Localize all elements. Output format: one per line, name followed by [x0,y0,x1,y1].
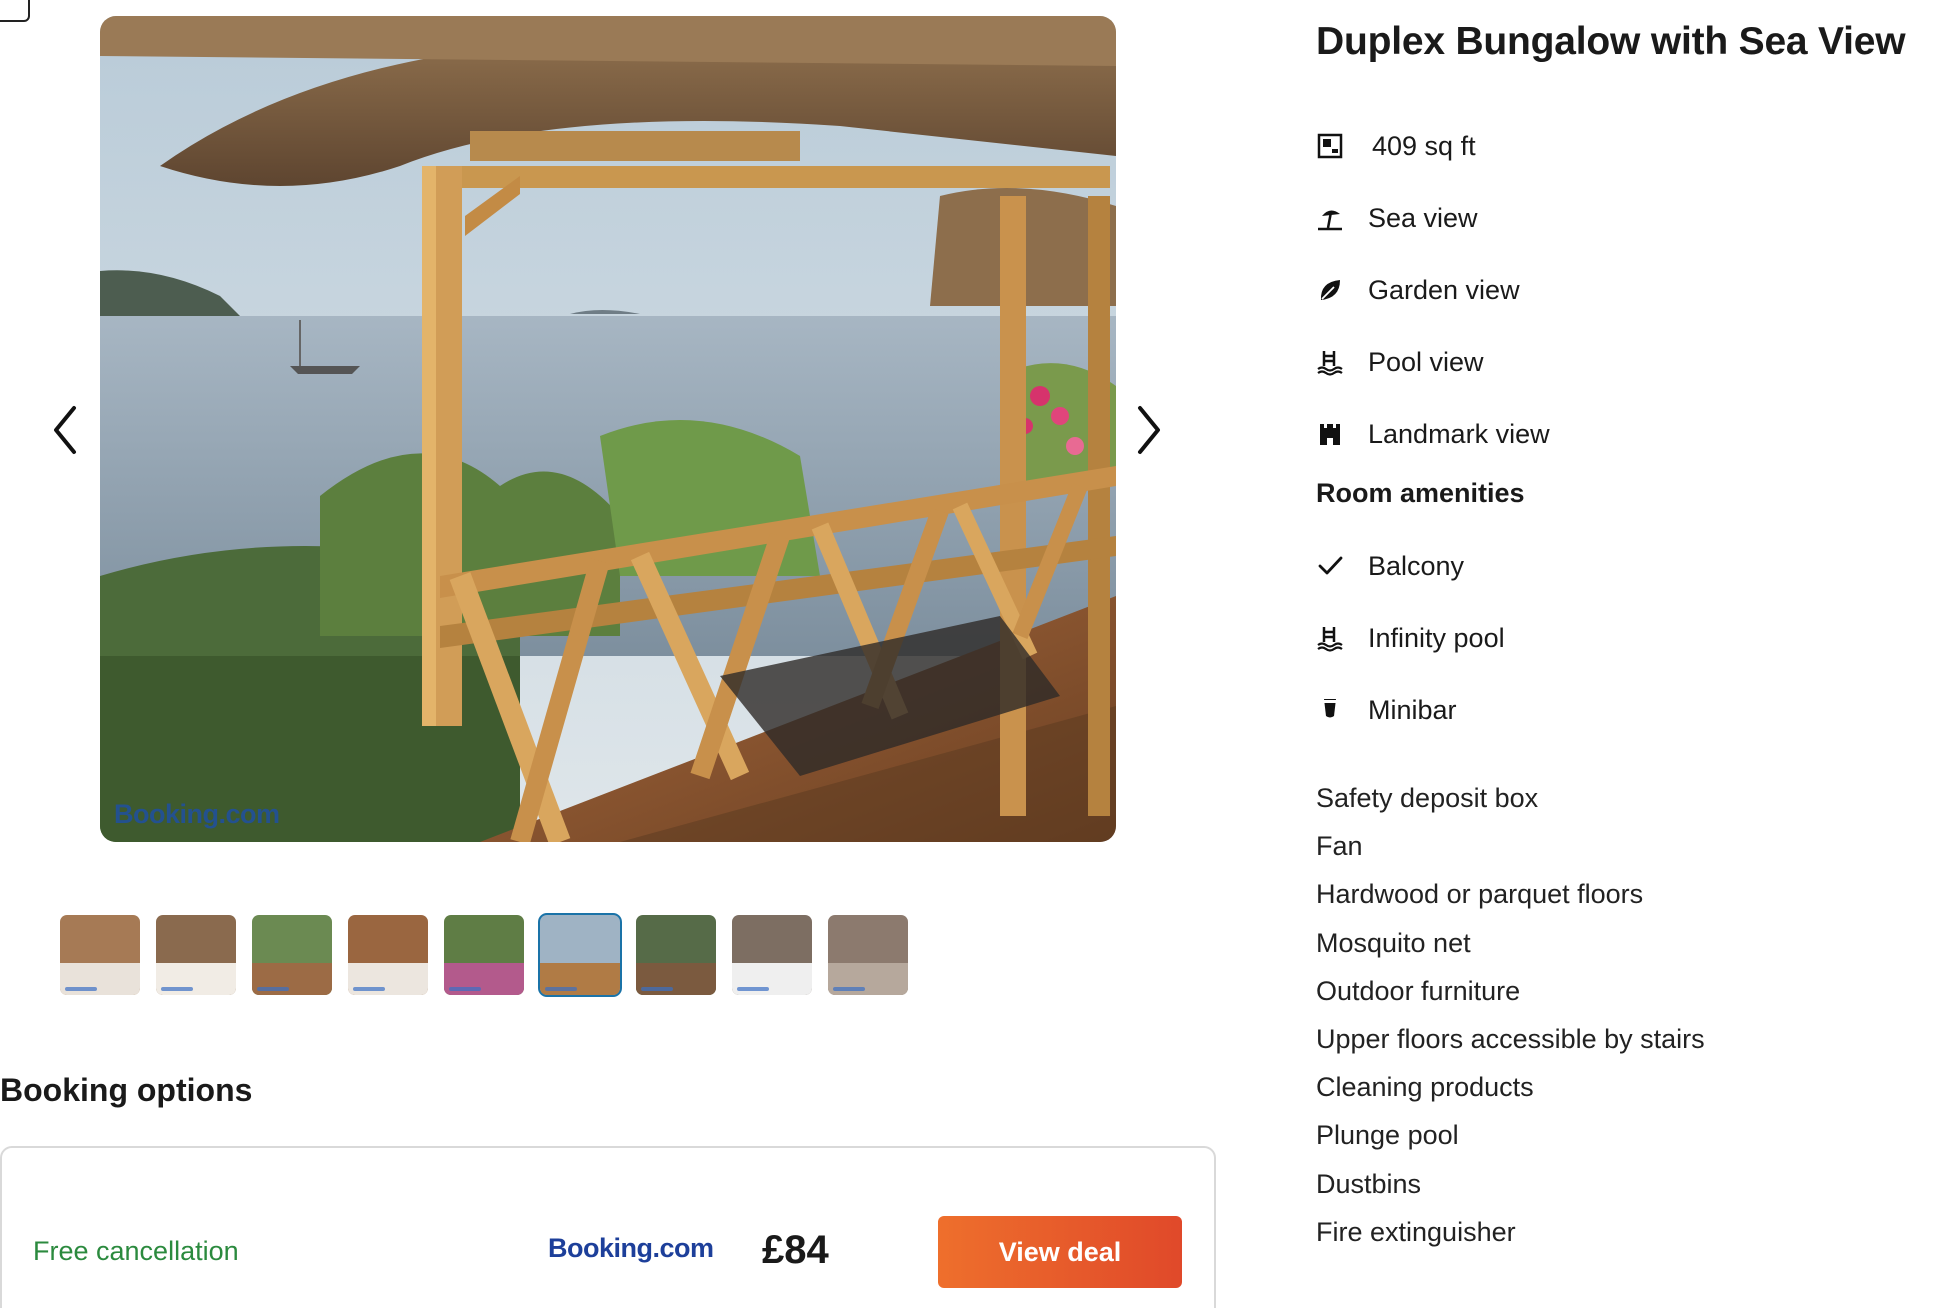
amenity-infinity-pool: Infinity pool [1316,602,1505,674]
thumbnail-strip [60,913,908,997]
thumbnail[interactable] [348,915,428,995]
view-deal-button[interactable]: View deal [938,1216,1182,1288]
thumbnail[interactable] [60,915,140,995]
floor-plan-icon [1316,132,1368,160]
gallery-main-photo[interactable]: Booking.com [100,16,1116,842]
check-icon [1316,552,1368,580]
gallery-prev-button[interactable] [40,398,90,462]
feature-label: Garden view [1368,274,1520,305]
extra-amenity: Cleaning products [1316,1072,1534,1103]
feature-landmark-view: Landmark view [1316,398,1550,470]
thumbnail[interactable] [444,915,524,995]
extra-amenity: Safety deposit box [1316,783,1539,813]
pool-icon [1316,348,1368,376]
amenity-minibar: Minibar [1316,674,1505,746]
offer-price: £84 [762,1228,829,1272]
feature-size: 409 sq ft [1316,110,1550,182]
extra-amenity: Mosquito net [1316,927,1471,958]
room-amenities-heading: Room amenities [1316,478,1525,508]
extra-amenity: Fire extinguisher [1316,1216,1516,1247]
room-amenities-list: Balcony Infinity pool Minibar [1316,530,1505,746]
feature-label: Landmark view [1368,418,1550,449]
booking-options-heading: Booking options [0,1072,253,1108]
extra-amenity: Dustbins [1316,1168,1422,1199]
extra-amenities-list: Safety deposit box Fan Hardwood or parqu… [1316,780,1705,1262]
gallery-next-button[interactable] [1124,398,1174,462]
beach-umbrella-icon [1316,204,1368,232]
bungalow-photo [100,16,1116,842]
chevron-right-icon [1138,406,1160,454]
pool-icon [1316,624,1368,652]
extra-amenity: Hardwood or parquet floors [1316,879,1644,910]
booking-watermark: Booking.com [114,799,280,829]
feature-sea-view: Sea view [1316,182,1550,254]
extra-amenity: Fan [1316,831,1363,862]
amenity-balcony: Balcony [1316,530,1505,602]
feature-label: Sea view [1368,202,1478,233]
free-cancellation-label: Free cancellation [33,1236,239,1266]
feature-label: 409 sq ft [1372,130,1476,161]
leaf-icon [1316,276,1368,304]
feature-label: Pool view [1368,346,1484,377]
thumbnail[interactable] [828,915,908,995]
amenity-label: Minibar [1368,694,1457,725]
thumbnail-active[interactable] [538,913,622,997]
extra-amenity: Upper floors accessible by stairs [1316,1023,1705,1054]
castle-icon [1316,420,1368,448]
room-title: Duplex Bungalow with Sea View [1316,20,1906,63]
corner-checkbox[interactable] [0,0,30,22]
extra-amenity: Outdoor furniture [1316,975,1521,1006]
drink-icon [1316,696,1368,724]
thumbnail[interactable] [156,915,236,995]
feature-pool-view: Pool view [1316,326,1550,398]
chevron-left-icon [54,406,76,454]
thumbnail[interactable] [732,915,812,995]
room-features-list: 409 sq ft Sea view Garden view Pool view… [1316,110,1550,470]
feature-garden-view: Garden view [1316,254,1550,326]
amenity-label: Infinity pool [1368,622,1505,653]
provider-logo: Booking.com [548,1233,714,1263]
thumbnail[interactable] [636,915,716,995]
amenity-label: Balcony [1368,550,1465,581]
extra-amenity: Plunge pool [1316,1120,1459,1151]
thumbnail[interactable] [252,915,332,995]
